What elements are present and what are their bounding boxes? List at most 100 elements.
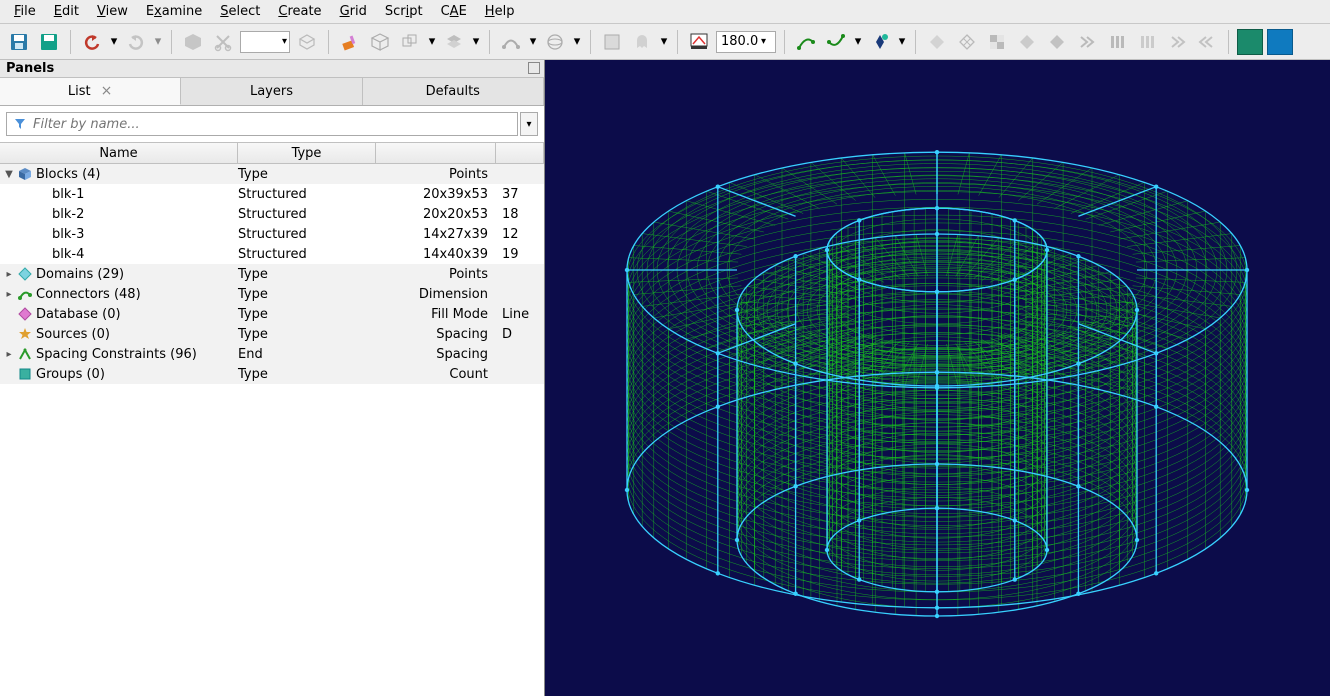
rhombus-d-button[interactable]: [1044, 29, 1070, 55]
constraint-green-icon: [18, 347, 32, 361]
rhombus-a-button[interactable]: [924, 29, 950, 55]
curve-a-button[interactable]: [793, 29, 819, 55]
menu-select[interactable]: Select: [212, 2, 268, 21]
tree-child-row[interactable]: blk-4Structured14x40x3919: [0, 244, 544, 264]
rhombus-b-button[interactable]: [954, 29, 980, 55]
tree-group-row[interactable]: Database (0)TypeFill ModeLine: [0, 304, 544, 324]
tab-defaults[interactable]: Defaults: [363, 78, 544, 105]
panel-title: Panels: [6, 61, 54, 76]
filter-input[interactable]: [33, 117, 511, 132]
wireframe-button[interactable]: [367, 29, 393, 55]
curve-b-button[interactable]: [823, 29, 849, 55]
checker-button[interactable]: [984, 29, 1010, 55]
tree-child-row[interactable]: blk-3Structured14x27x3912: [0, 224, 544, 244]
grid-mode-a-button[interactable]: [1237, 29, 1263, 55]
tree-child-row[interactable]: blk-1Structured20x39x5337: [0, 184, 544, 204]
viewport-3d[interactable]: [545, 60, 1330, 696]
tree-body[interactable]: ▼Blocks (4)TypePointsblk-1Structured20x3…: [0, 164, 544, 696]
tab-list[interactable]: List ×: [0, 78, 181, 105]
filter-box[interactable]: [6, 112, 518, 136]
tree-group-row[interactable]: Sources (0)TypeSpacingD: [0, 324, 544, 344]
tab-layers-label: Layers: [250, 84, 293, 99]
col-extra[interactable]: [376, 143, 496, 163]
spline-dd[interactable]: ▾: [528, 29, 538, 55]
undo-button[interactable]: [79, 29, 105, 55]
multi-cube-button[interactable]: [397, 29, 423, 55]
menu-create[interactable]: Create: [270, 2, 329, 21]
menu-view[interactable]: View: [89, 2, 136, 21]
fill-cube-button[interactable]: [180, 29, 206, 55]
tree-child-row[interactable]: blk-2Structured20x20x5318: [0, 204, 544, 224]
chev-b-button[interactable]: [1164, 29, 1190, 55]
expander-icon[interactable]: ▸: [4, 289, 14, 300]
grid-sq-button[interactable]: [599, 29, 625, 55]
diamond-pink-icon: [18, 307, 32, 321]
connector-green-icon: [18, 287, 32, 301]
col-last[interactable]: [496, 143, 544, 163]
redo-button[interactable]: [123, 29, 149, 55]
menu-cae[interactable]: CAE: [433, 2, 475, 21]
menu-edit[interactable]: Edit: [46, 2, 87, 21]
tree-group-row[interactable]: ▸Spacing Constraints (96)EndSpacing: [0, 344, 544, 364]
menu-bar: File Edit View Examine Select Create Gri…: [0, 0, 1330, 24]
col-type[interactable]: Type: [238, 143, 376, 163]
tree-group-row[interactable]: ▸Domains (29)TypePoints: [0, 264, 544, 284]
tree-group-row[interactable]: Groups (0)TypeCount: [0, 364, 544, 384]
menu-grid[interactable]: Grid: [332, 2, 375, 21]
undo-dropdown[interactable]: ▾: [109, 29, 119, 55]
undock-icon[interactable]: [528, 62, 540, 74]
tree-group-row[interactable]: ▸Connectors (48)TypeDimension: [0, 284, 544, 304]
expander-icon[interactable]: [4, 329, 14, 340]
selection-combo[interactable]: ▾: [240, 31, 290, 53]
sphere-dd[interactable]: ▾: [572, 29, 582, 55]
menu-script[interactable]: Script: [377, 2, 431, 21]
bars-a-button[interactable]: [1104, 29, 1130, 55]
save-as-button[interactable]: [36, 29, 62, 55]
marker-button[interactable]: [867, 29, 893, 55]
spline-button[interactable]: [498, 29, 524, 55]
chev-c-button[interactable]: [1194, 29, 1220, 55]
panel-tabs: List × Layers Defaults: [0, 78, 544, 106]
expander-icon[interactable]: ▸: [4, 349, 14, 360]
bars-b-button[interactable]: [1134, 29, 1160, 55]
tab-list-label: List: [68, 84, 91, 99]
expander-icon[interactable]: [4, 369, 14, 380]
expander-icon[interactable]: [4, 309, 14, 320]
angle-input-box[interactable]: ▾: [716, 31, 776, 53]
diamond-cyan-icon: [18, 267, 32, 281]
angle-input[interactable]: [721, 34, 761, 49]
star-gold-icon: [18, 327, 32, 341]
save-button[interactable]: [6, 29, 32, 55]
tab-defaults-label: Defaults: [426, 84, 480, 99]
left-panel: Panels List × Layers Defaults ▾ Name Typ…: [0, 60, 545, 696]
tab-layers[interactable]: Layers: [181, 78, 362, 105]
layers-button[interactable]: [441, 29, 467, 55]
ghost-button[interactable]: [629, 29, 655, 55]
multi-cube-dd[interactable]: ▾: [427, 29, 437, 55]
col-name[interactable]: Name: [0, 143, 238, 163]
layers-dd[interactable]: ▾: [471, 29, 481, 55]
ghost-dd[interactable]: ▾: [659, 29, 669, 55]
cube-blue-icon: [18, 167, 32, 181]
menu-examine[interactable]: Examine: [138, 2, 210, 21]
grid-mode-b-button[interactable]: [1267, 29, 1293, 55]
menu-file[interactable]: File: [6, 2, 44, 21]
redo-dropdown[interactable]: ▾: [153, 29, 163, 55]
curve-dd[interactable]: ▾: [853, 29, 863, 55]
angle-indicator-icon: [686, 29, 712, 55]
expander-icon[interactable]: ▸: [4, 269, 14, 280]
filter-icon: [13, 117, 27, 131]
paint-button[interactable]: [337, 29, 363, 55]
cut-button[interactable]: [210, 29, 236, 55]
toolbar: ▾ ▾ ▾ ▾ ▾ ▾ ▾ ▾ ▾ ▾ ▾: [0, 24, 1330, 60]
chev-a-button[interactable]: [1074, 29, 1100, 55]
marker-dd[interactable]: ▾: [897, 29, 907, 55]
expander-icon[interactable]: ▼: [4, 169, 14, 180]
sphere-button[interactable]: [542, 29, 568, 55]
tree-group-row[interactable]: ▼Blocks (4)TypePoints: [0, 164, 544, 184]
filter-dropdown[interactable]: ▾: [520, 112, 538, 136]
rhombus-c-button[interactable]: [1014, 29, 1040, 55]
menu-help[interactable]: Help: [477, 2, 523, 21]
rotate-view-button[interactable]: [294, 29, 320, 55]
tab-close-icon[interactable]: ×: [101, 84, 113, 98]
